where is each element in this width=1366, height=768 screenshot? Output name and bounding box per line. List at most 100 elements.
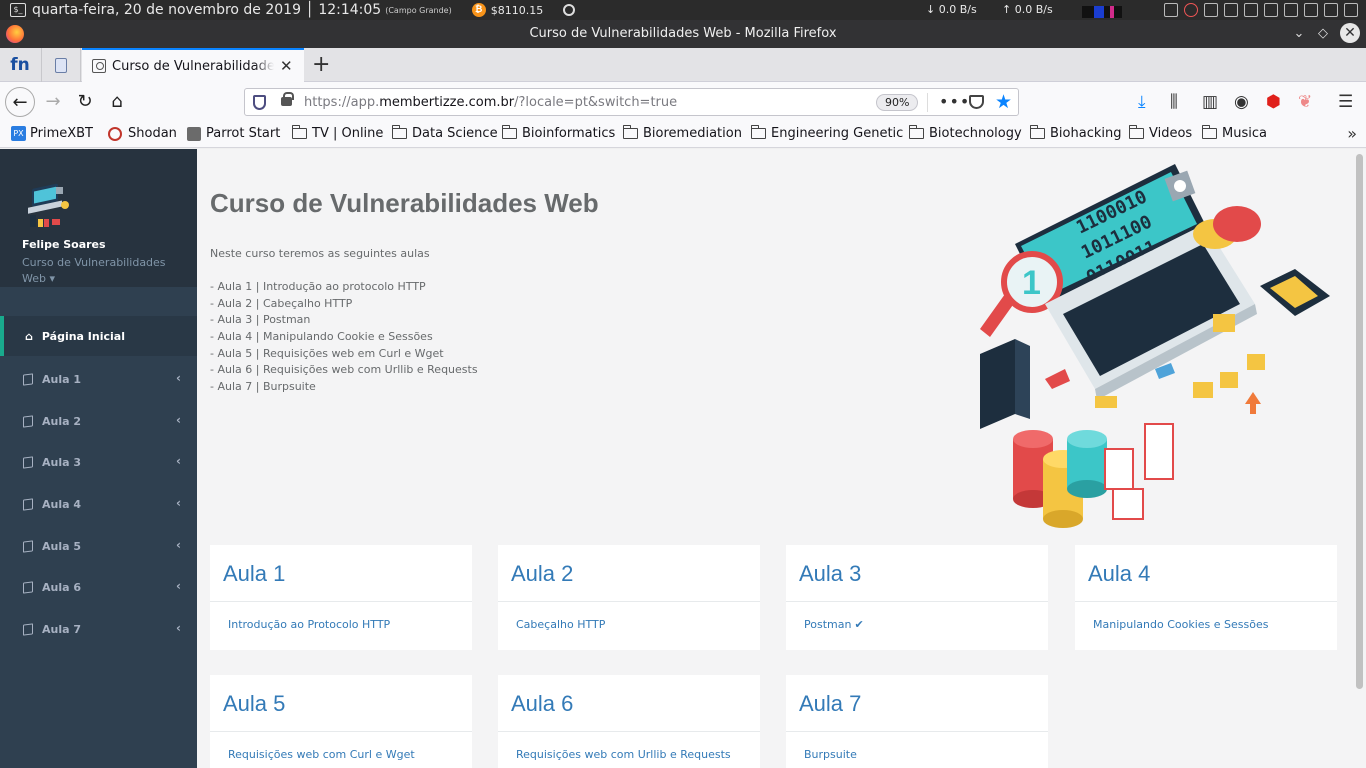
tray-expand-icon[interactable] — [1344, 3, 1358, 17]
home-button[interactable]: ⌂ — [102, 87, 132, 117]
timezone-label: (Campo Grande) — [385, 5, 452, 15]
pinned-tab-document[interactable] — [41, 48, 81, 82]
sidebar-item-home[interactable]: ⌂ Página Inicial — [0, 316, 197, 356]
screen-icon[interactable] — [1264, 3, 1278, 17]
zoom-level-badge[interactable]: 90% — [876, 94, 919, 111]
bookmark-tv-online[interactable]: TV | Online — [292, 125, 383, 141]
os-top-panel: $_ quarta-feira, 20 de novembro de 2019 … — [0, 0, 1366, 20]
sidebar-item-aula-1[interactable]: Aula 1 ‹ — [0, 359, 197, 399]
sidebar-item-aula-3[interactable]: Aula 3 ‹ — [0, 442, 197, 482]
lock-icon[interactable] — [281, 92, 294, 106]
course-description: Neste curso teremos as seguintes aulas -… — [210, 246, 478, 395]
folder-icon — [392, 125, 407, 139]
lesson-link[interactable]: Manipulando Cookies e Sessões — [1075, 602, 1337, 650]
bookmarks-overflow-icon[interactable]: ›› — [1347, 124, 1357, 143]
bookmark-parrot-start[interactable]: Parrot Start — [187, 126, 280, 141]
clock[interactable]: quarta-feira, 20 de novembro de 2019 │ 1… — [32, 2, 381, 18]
bookmark-biohacking[interactable]: Biohacking — [1030, 125, 1121, 141]
net-upload-speed: ↑ 0.0 B/s — [1002, 3, 1053, 16]
lesson-link[interactable]: Burpsuite — [786, 732, 1048, 768]
bookmark-bioinformatics[interactable]: Bioinformatics — [502, 125, 615, 141]
page-actions-more-icon[interactable]: ••• — [939, 92, 970, 111]
pinned-tab-fn[interactable]: fn — [0, 48, 40, 82]
bookmarks-bar: PX PrimeXBT Shodan Parrot Start TV | Onli… — [0, 122, 1366, 148]
sidebar-item-aula-2[interactable]: Aula 2 ‹ — [0, 401, 197, 441]
url-bar[interactable]: https://app.membertizze.com.br/?locale=p… — [244, 88, 1019, 116]
account-icon[interactable]: ◉ — [1234, 92, 1249, 112]
lesson-link[interactable]: Requisições web com Urllib e Requests — [498, 732, 760, 768]
new-tab-button[interactable]: + — [312, 52, 330, 77]
bookmark-videos[interactable]: Videos — [1129, 125, 1192, 141]
back-button[interactable]: ← — [5, 87, 35, 117]
book-icon — [23, 497, 33, 511]
reload-button[interactable]: ↻ — [70, 87, 100, 117]
status-circle-icon[interactable] — [563, 4, 576, 16]
lesson-line: - Aula 4 | Manipulando Cookie e Sessões — [210, 329, 433, 343]
lesson-link[interactable]: Requisições web com Curl e Wget — [210, 732, 472, 768]
grid-icon[interactable] — [1164, 3, 1178, 17]
bookmark-data-science[interactable]: Data Science — [392, 125, 498, 141]
sidebar-item-aula-7[interactable]: Aula 7 ‹ — [0, 609, 197, 649]
sidebar-item-aula-4[interactable]: Aula 4 ‹ — [0, 484, 197, 524]
bookmark-bioremediation[interactable]: Bioremediation — [623, 125, 742, 141]
maximize-icon[interactable]: ◇ — [1316, 26, 1330, 41]
pocket-icon[interactable] — [969, 95, 984, 109]
close-window-icon[interactable]: ✕ — [1340, 23, 1360, 43]
page-scrollbar[interactable] — [1356, 154, 1363, 689]
card-title: Aula 3 — [786, 545, 1048, 602]
library-icon[interactable]: ⫼ — [1170, 92, 1178, 112]
course-name: Curso de Vulnerabilidades — [22, 256, 166, 269]
adblock-icon[interactable]: ⬢ — [1266, 92, 1281, 112]
bookmark-musica[interactable]: Musica — [1202, 125, 1267, 141]
tab-close-icon[interactable]: ✕ — [280, 57, 293, 75]
chevron-left-icon: ‹ — [176, 454, 181, 468]
folder-icon — [502, 125, 517, 139]
bookmark-primexbt[interactable]: PX PrimeXBT — [11, 126, 93, 141]
bitcoin-price[interactable]: $8110.15 — [491, 4, 544, 17]
display-icon[interactable] — [1224, 3, 1238, 17]
page-title: Curso de Vulnerabilidades Web — [210, 188, 599, 218]
navigation-bar: ← → ↻ ⌂ https://app.membertizze.com.br/?… — [0, 82, 1366, 122]
fn-icon: fn — [10, 55, 30, 75]
volume-icon[interactable] — [1284, 3, 1298, 17]
course-dropdown[interactable]: Curso de Vulnerabilidades Web ▾ — [22, 255, 172, 287]
lesson-link[interactable]: Cabeçalho HTTP — [498, 602, 760, 650]
bookmark-shodan[interactable]: Shodan — [108, 126, 177, 141]
folder-icon — [292, 125, 307, 139]
tab-title: Curso de Vulnerabilidades Web — [112, 58, 274, 74]
profile-header: Felipe Soares Curso de Vulnerabilidades … — [0, 149, 197, 287]
chevron-left-icon: ‹ — [176, 538, 181, 552]
card-title: Aula 2 — [498, 545, 760, 602]
hamburger-menu-icon[interactable]: ☰ — [1338, 92, 1353, 112]
minimize-icon[interactable]: ⌄ — [1292, 26, 1306, 41]
downloads-icon[interactable]: ⤓ — [1138, 92, 1146, 112]
avatar[interactable] — [22, 179, 74, 231]
forward-button[interactable]: → — [38, 87, 68, 117]
lesson-card-aula-2: Aula 2 Cabeçalho HTTP — [498, 545, 760, 650]
system-tray — [1164, 3, 1358, 17]
lesson-line: - Aula 1 | Introdução ao protocolo HTTP — [210, 280, 426, 294]
tab-active[interactable]: Curso de Vulnerabilidades Web ✕ — [82, 48, 304, 82]
sidebar-item-aula-5[interactable]: Aula 5 ‹ — [0, 526, 197, 566]
extension-icon[interactable]: ❦ — [1298, 92, 1312, 112]
printer-icon[interactable] — [1204, 3, 1218, 17]
wifi-icon[interactable] — [1244, 3, 1258, 17]
keyboard-icon[interactable] — [1304, 3, 1318, 17]
terminal-icon[interactable]: $_ — [10, 3, 26, 17]
bookmark-engineering-genetic[interactable]: Engineering Genetic — [751, 125, 903, 141]
chrome-icon[interactable] — [1184, 3, 1198, 17]
bookmark-biotechnology[interactable]: Biotechnology — [909, 125, 1022, 141]
lesson-link[interactable]: Introdução ao Protocolo HTTP — [210, 602, 472, 650]
tracking-protection-shield-icon[interactable] — [253, 95, 266, 110]
lesson-link[interactable]: Postman ✔ — [786, 602, 1048, 650]
sidebar-item-aula-6[interactable]: Aula 6 ‹ — [0, 567, 197, 607]
primexbt-icon: PX — [11, 126, 26, 141]
clipboard-icon[interactable] — [1324, 3, 1338, 17]
sidebar-toggle-icon[interactable]: ▥ — [1202, 92, 1218, 112]
sidebar-item-label: Aula 4 — [42, 497, 82, 511]
folder-icon — [623, 125, 638, 139]
lesson-line: - Aula 5 | Requisições web em Curl e Wge… — [210, 346, 444, 360]
bookmark-star-icon[interactable]: ★ — [995, 91, 1012, 113]
url-text[interactable]: https://app.membertizze.com.br/?locale=p… — [304, 95, 677, 110]
